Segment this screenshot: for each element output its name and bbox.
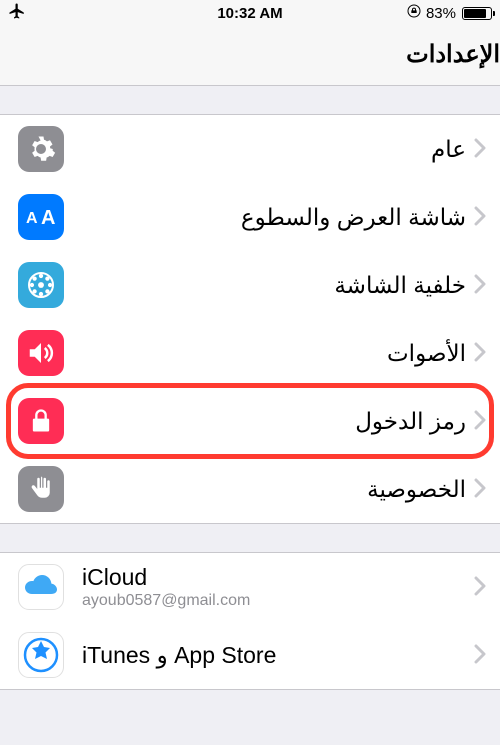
appstore-icon xyxy=(18,632,64,678)
row-subtitle: ayoub0587@gmail.com xyxy=(82,592,466,610)
row-label: الخصوصية xyxy=(82,476,466,503)
chevron-right-icon xyxy=(474,202,486,233)
page-title: الإعدادات xyxy=(0,40,500,69)
row-label: عام xyxy=(82,136,466,163)
chevron-right-icon xyxy=(474,270,486,301)
settings-row-hand[interactable]: الخصوصية xyxy=(0,455,500,523)
settings-row-sound[interactable]: الأصوات xyxy=(0,319,500,387)
chevron-right-icon xyxy=(474,640,486,671)
settings-row-cloud[interactable]: iCloudayoub0587@gmail.com xyxy=(0,553,500,621)
battery-percent: 83% xyxy=(426,5,456,22)
settings-row-display[interactable]: AA شاشة العرض والسطوع xyxy=(0,183,500,251)
row-label: الأصوات xyxy=(82,340,466,367)
chevron-right-icon xyxy=(474,134,486,165)
battery-icon xyxy=(462,7,492,20)
display-icon: AA xyxy=(18,194,64,240)
cloud-icon xyxy=(18,564,64,610)
settings-row-wallpaper[interactable]: خلفية الشاشة xyxy=(0,251,500,319)
airplane-icon xyxy=(8,2,26,24)
row-label: رمز الدخول xyxy=(82,408,466,435)
row-label: iCloud xyxy=(82,564,466,591)
settings-row-lock[interactable]: رمز الدخول xyxy=(0,387,500,455)
svg-text:A: A xyxy=(41,207,55,228)
settings-row-gear[interactable]: عام xyxy=(0,115,500,183)
chevron-right-icon xyxy=(474,572,486,603)
status-time: 10:32 AM xyxy=(217,5,282,22)
settings-group-1: عام AA شاشة العرض والسطوع خلفية الشاشة الأصو… xyxy=(0,114,500,524)
lock-icon xyxy=(18,398,64,444)
wallpaper-icon xyxy=(18,262,64,308)
row-label: شاشة العرض والسطوع xyxy=(82,204,466,231)
row-label: iTunes و App Store xyxy=(82,642,466,669)
chevron-right-icon xyxy=(474,338,486,369)
status-left xyxy=(8,2,26,24)
orientation-lock-icon xyxy=(406,3,422,23)
sound-icon xyxy=(18,330,64,376)
chevron-right-icon xyxy=(474,406,486,437)
status-right: 83% xyxy=(406,3,492,23)
settings-group-2: iCloudayoub0587@gmail.com iTunes و App St… xyxy=(0,552,500,690)
settings-row-appstore[interactable]: iTunes و App Store xyxy=(0,621,500,689)
nav-header: الإعدادات xyxy=(0,26,500,86)
row-label: خلفية الشاشة xyxy=(82,272,466,299)
svg-text:A: A xyxy=(26,210,38,227)
status-bar: 10:32 AM 83% xyxy=(0,0,500,26)
hand-icon xyxy=(18,466,64,512)
chevron-right-icon xyxy=(474,474,486,505)
gear-icon xyxy=(18,126,64,172)
